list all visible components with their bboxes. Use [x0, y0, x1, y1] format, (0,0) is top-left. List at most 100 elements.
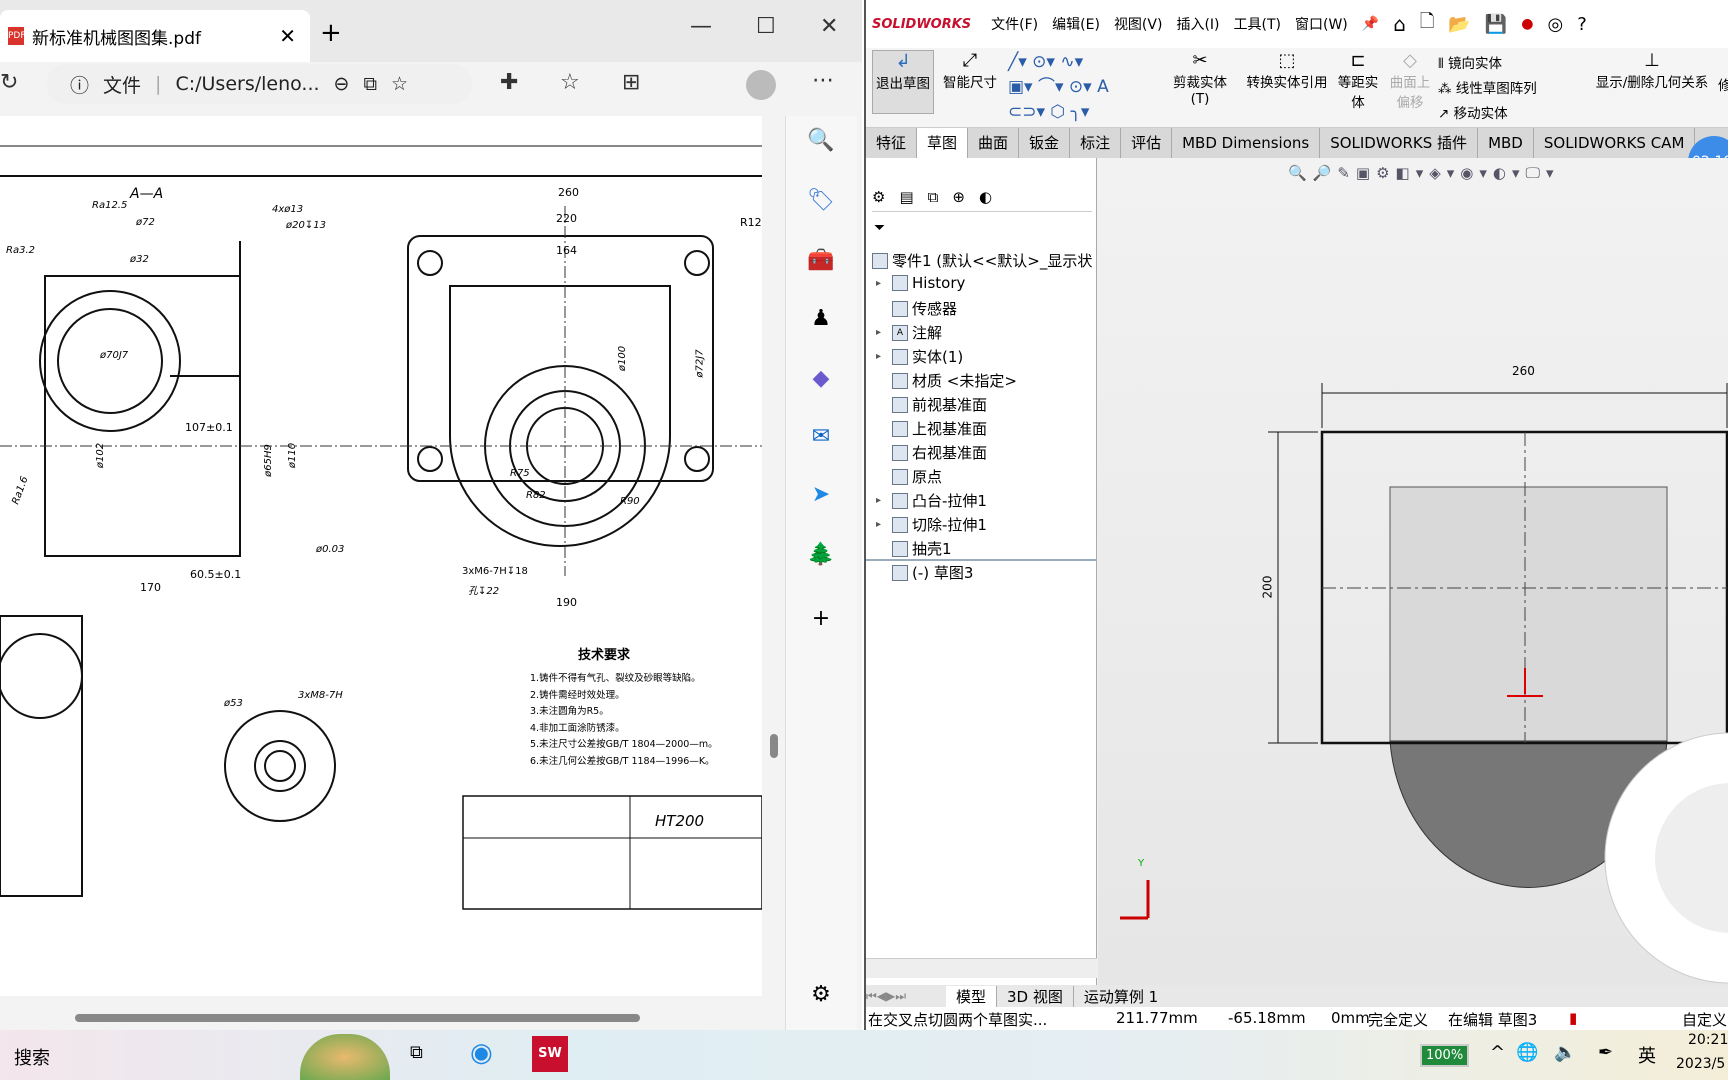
tree-item-history[interactable]: ▸ History [876, 274, 965, 292]
read-aloud-icon[interactable]: ⧉ [363, 73, 377, 95]
tab-evaluate[interactable]: 评估 [1121, 128, 1173, 158]
maximize-icon[interactable]: ☐ [756, 14, 776, 39]
tools-icon[interactable]: 🧰 [806, 248, 836, 278]
tree-item-material[interactable]: 材质 <未指定> [876, 370, 1017, 391]
tab-sketch[interactable]: 草图 [917, 128, 969, 158]
tab-mbd[interactable]: MBD [1478, 128, 1534, 158]
refresh-icon[interactable]: ↻ [0, 70, 18, 95]
tree-root-part[interactable]: 零件1 (默认<<默认>_显示状 [872, 250, 1092, 271]
close-tab-icon[interactable]: ✕ [279, 24, 296, 48]
tab-cam[interactable]: SOLIDWORKS CAM [1534, 128, 1696, 158]
collections-icon[interactable]: ⊞ [622, 70, 640, 95]
tree-icon[interactable]: 🌲 [806, 542, 836, 572]
new-icon[interactable]: 🗋 [1420, 9, 1434, 39]
rollback-bar[interactable] [866, 559, 1097, 561]
menu-tools[interactable]: 工具(T) [1234, 14, 1281, 34]
pdf-vertical-scrollbar[interactable] [766, 116, 782, 996]
menu-edit[interactable]: 编辑(E) [1052, 14, 1100, 34]
favorites-icon[interactable]: ☆ [560, 70, 580, 95]
tree-item-annotations[interactable]: ▸ A 注解 [876, 322, 942, 343]
tab-motion-study[interactable]: 运动算例 1 [1072, 985, 1168, 1007]
linear-pattern-button[interactable]: ⁂ 线性草图阵列 [1438, 77, 1537, 102]
copilot-icon[interactable]: ◆ [806, 366, 836, 396]
units-selector[interactable]: 自定义 [1682, 1009, 1727, 1030]
task-view-icon[interactable]: ⧉ [410, 1042, 423, 1063]
address-bar[interactable]: ⓘ 文件 | C:/Users/leno... ⊖ ⧉ ☆ [46, 64, 472, 104]
outlook-icon[interactable]: ✉ [806, 424, 836, 454]
appearance-icon[interactable]: ◐ [979, 188, 992, 211]
open-icon[interactable]: 📂 [1448, 14, 1470, 35]
tree-horizontal-scrollbar[interactable] [866, 958, 1097, 978]
feature-manager-icon[interactable]: ⚙ [872, 188, 885, 211]
dimxpert-icon[interactable]: ⊕ [952, 188, 965, 211]
tree-item-shell[interactable]: 抽壳1 [876, 538, 952, 559]
user-icon[interactable]: ◎ [1547, 14, 1563, 35]
tree-item-right-plane[interactable]: 右视基准面 [876, 442, 987, 463]
edge-taskbar-icon[interactable]: ◉ [470, 1038, 493, 1068]
repair-sketch-button[interactable]: 修 [1718, 74, 1728, 94]
minimize-icon[interactable]: — [690, 14, 712, 39]
filter-icon[interactable]: ⏷ [874, 220, 885, 236]
network-icon[interactable]: 🌐 [1516, 1042, 1538, 1063]
zoom-icon[interactable]: ⊖ [334, 73, 350, 95]
settings-icon[interactable]: ⚙ [806, 982, 836, 1012]
pen-icon[interactable]: ✒ [1598, 1042, 1613, 1063]
new-tab-button[interactable]: + [320, 18, 342, 48]
tree-item-boss-extrude[interactable]: ▸ 凸台-拉伸1 [876, 490, 987, 511]
exit-sketch-button[interactable]: ↲ 退出草图 [872, 50, 934, 114]
address-text[interactable]: C:/Users/leno... [175, 73, 319, 95]
more-icon[interactable]: ⋯ [812, 68, 834, 93]
tree-item-solid-bodies[interactable]: ▸ 实体(1) [876, 346, 963, 367]
tree-item-cut-extrude[interactable]: ▸ 切除-拉伸1 [876, 514, 987, 535]
browser-tab[interactable]: PDF 新标准机械图图集.pdf ✕ [0, 10, 310, 62]
home-icon[interactable]: ⌂ [1393, 12, 1406, 36]
offset-button[interactable]: ⊏ 等距实 体 [1334, 50, 1382, 111]
tab-markup[interactable]: 标注 [1070, 128, 1122, 158]
help-icon[interactable]: ? [1577, 14, 1587, 35]
sketch-entity-tools[interactable]: ╱▾ ⊙▾ ∿▾ ▣▾ ⌒▾ ⊙▾ A ⊂⊃▾ ⬡ ╮▾ [1008, 50, 1138, 125]
taskbar-search[interactable]: 搜索 [14, 1044, 50, 1070]
trim-button[interactable]: ✂ 剪裁实体(T) [1166, 50, 1234, 107]
rebuild-icon[interactable]: ● [1521, 16, 1533, 32]
tab-scroll-arrows[interactable]: ⏮◀▶⏭ [866, 989, 946, 1004]
convert-entities-button[interactable]: ⬚ 转换实体引用 [1242, 50, 1332, 91]
extensions-icon[interactable]: ✚ [500, 70, 518, 95]
smart-dimension-button[interactable]: ⤢ 智能尺寸 [940, 50, 1000, 91]
tab-addins[interactable]: SOLIDWORKS 插件 [1320, 128, 1479, 158]
clock-date[interactable]: 2023/5 [1676, 1056, 1725, 1072]
solidworks-taskbar-icon[interactable]: SW [532, 1036, 568, 1072]
pdf-horizontal-scrollbar[interactable] [0, 1006, 762, 1030]
mirror-entities-button[interactable]: ⫴ 镜向实体 [1438, 52, 1537, 77]
show-hidden-icons[interactable]: ^ [1490, 1042, 1505, 1063]
tree-item-origin[interactable]: 原点 [876, 466, 942, 487]
tab-3d-view[interactable]: 3D 视图 [996, 985, 1073, 1007]
tab-sheet-metal[interactable]: 钣金 [1019, 128, 1071, 158]
menu-file[interactable]: 文件(F) [991, 14, 1038, 34]
tab-surfaces[interactable]: 曲面 [968, 128, 1020, 158]
property-manager-icon[interactable]: ▤ [899, 188, 913, 211]
tree-item-top-plane[interactable]: 上视基准面 [876, 418, 987, 439]
menu-insert[interactable]: 插入(I) [1176, 14, 1219, 34]
clock-time[interactable]: 20:21 [1688, 1032, 1728, 1048]
save-icon[interactable]: 💾 [1485, 14, 1507, 35]
menu-view[interactable]: 视图(V) [1114, 14, 1163, 34]
ime-indicator[interactable]: 英 [1638, 1042, 1656, 1068]
graphics-area[interactable]: 🔍🔎✎▣⚙◧▾◈▾◉▾◐▾🖵▾ 260 200 Y [1098, 158, 1728, 988]
add-icon[interactable]: + [806, 606, 836, 636]
close-window-icon[interactable]: ✕ [820, 14, 838, 39]
menu-window[interactable]: 窗口(W) [1295, 14, 1348, 34]
search-icon[interactable]: 🔍 [806, 128, 836, 158]
dimension-height[interactable]: 200 [1260, 576, 1274, 599]
pin-icon[interactable]: 📌 [1362, 16, 1379, 32]
shopping-icon[interactable]: 🏷 [806, 188, 836, 218]
profile-avatar[interactable] [746, 70, 776, 100]
send-icon[interactable]: ➤ [806, 482, 836, 512]
volume-icon[interactable]: 🔈 [1554, 1042, 1576, 1063]
display-relations-button[interactable]: ⊥ 显示/删除几何关系 [1592, 50, 1712, 91]
tree-item-front-plane[interactable]: 前视基准面 [876, 394, 987, 415]
configuration-manager-icon[interactable]: ⧉ [928, 188, 939, 211]
favorite-add-icon[interactable]: ☆ [391, 73, 408, 95]
move-entities-button[interactable]: ↗ 移动实体 [1438, 102, 1537, 127]
dimension-width[interactable]: 260 [1512, 364, 1535, 378]
tab-mbd-dimensions[interactable]: MBD Dimensions [1172, 128, 1321, 158]
